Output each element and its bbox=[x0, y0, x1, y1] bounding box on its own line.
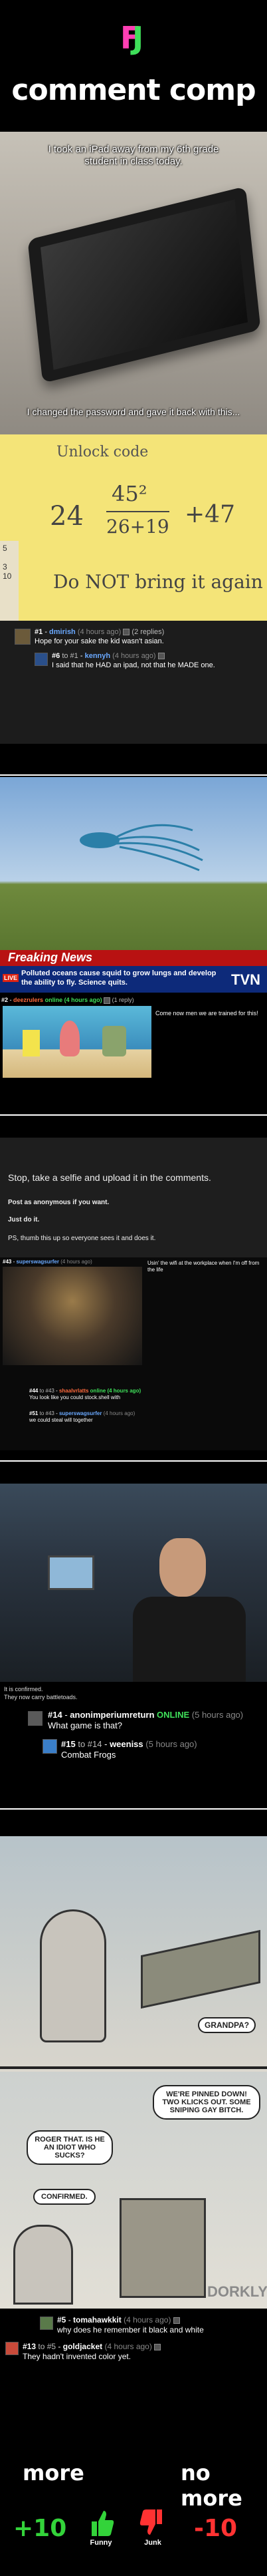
username[interactable]: anonimperiumreturn bbox=[70, 1710, 154, 1720]
bubble-1: WE'RE PINNED DOWN! TWO KLICKS OUT. SOME … bbox=[153, 2085, 260, 2120]
username[interactable]: deezrulers bbox=[13, 997, 43, 1003]
note-footer: Do NOT bring it again bbox=[53, 571, 263, 593]
flying-squid bbox=[80, 824, 203, 872]
username[interactable]: dmirish bbox=[49, 628, 76, 636]
comic-bottom-frame: WE'RE PINNED DOWN! TWO KLICKS OUT. SOME … bbox=[0, 2072, 267, 2309]
tv-screen bbox=[48, 1555, 94, 1590]
caption-top: I took an iPad away from my 6th grade st… bbox=[48, 144, 219, 167]
username[interactable]: shaalvrlatts bbox=[59, 1388, 88, 1394]
header: FJ comment comp bbox=[0, 0, 267, 113]
news-banner: Freaking News bbox=[0, 950, 267, 966]
note-fraction-bar bbox=[106, 511, 169, 512]
ipad-screen bbox=[40, 199, 248, 371]
avatar bbox=[28, 1711, 43, 1726]
spongebob-image bbox=[3, 1006, 151, 1078]
divider bbox=[0, 774, 267, 776]
divider bbox=[0, 1114, 267, 1116]
vote-footer: more no more +10 -10 Funny Junk bbox=[0, 2435, 267, 2576]
username[interactable]: goldjacket bbox=[63, 2342, 102, 2351]
comic-panel: GRANDPA? WE'RE PINNED DOWN! TWO KLICKS O… bbox=[0, 1836, 267, 2375]
bubble-2: ROGER THAT. IS HE AN IDIOT WHO SUCKS? bbox=[27, 2130, 113, 2165]
minus-ten: -10 bbox=[194, 2515, 238, 2542]
ruler-edge: 5 3 10 bbox=[0, 541, 19, 621]
junk-label: Junk bbox=[144, 2539, 161, 2547]
comic-image: GRANDPA? WE'RE PINNED DOWN! TWO KLICKS O… bbox=[0, 1836, 267, 2309]
bubble-3: CONFIRMED. bbox=[33, 2189, 96, 2205]
note-title: Unlock code bbox=[56, 444, 149, 460]
reply-icon[interactable] bbox=[104, 997, 111, 1004]
reply-icon[interactable] bbox=[123, 629, 130, 636]
username[interactable]: weeniss bbox=[110, 1739, 143, 1749]
selfie-panel: Stop, take a selfie and upload it in the… bbox=[0, 1138, 267, 1450]
pawn-panel: It is confirmed. They now carry battleto… bbox=[0, 1484, 267, 1776]
meme-page: FJ comment comp I took an iPad away from… bbox=[0, 0, 267, 2576]
ipad-device bbox=[27, 186, 261, 384]
no-more-label: no more bbox=[181, 2460, 242, 2511]
selfie-comment-1-body: Usin' the wifi at the workplace when I'm… bbox=[147, 1260, 260, 1273]
username[interactable]: superswagsurfer bbox=[16, 1259, 58, 1265]
plus-ten: +10 bbox=[13, 2515, 67, 2542]
comment-2-header: #2 - deezrulers online (4 hours ago) (1 … bbox=[1, 997, 134, 1004]
dorkly-watermark: DORKLY bbox=[207, 2283, 267, 2300]
selfie-photo bbox=[3, 1267, 142, 1365]
username[interactable]: kennyh bbox=[85, 652, 111, 660]
username[interactable]: tomahawkkit bbox=[73, 2315, 122, 2325]
note-numerator: 45² bbox=[112, 481, 147, 506]
comment-2: #6 to #1 - kennyh (4 hours ago) I said t… bbox=[52, 652, 215, 669]
reply-icon[interactable] bbox=[173, 2317, 180, 2324]
squid-photo bbox=[0, 777, 267, 950]
thumbs-down-icon[interactable] bbox=[139, 2508, 166, 2537]
caption-mid: I changed the password and gave it back … bbox=[27, 406, 240, 417]
selfie-caption: Stop, take a selfie and upload it in the… bbox=[8, 1172, 211, 1183]
avatar bbox=[43, 1739, 57, 1754]
comment-block-1: #1 - dmirish (4 hours ago) (2 replies) H… bbox=[0, 621, 267, 744]
reply-icon[interactable] bbox=[154, 2343, 161, 2350]
comic-top-frame: GRANDPA? bbox=[0, 1836, 267, 2069]
username[interactable]: superswagsurfer bbox=[59, 1410, 102, 1416]
squid-panel: Freaking News LIVE Polluted oceans cause… bbox=[0, 777, 267, 1080]
note-denominator: 26+19 bbox=[106, 516, 169, 538]
comic-comment-2: #13 to #5 - goldjacket (4 hours ago) The… bbox=[23, 2342, 267, 2362]
selfie-comment-3: #51 to #43 - superswagsurfer (4 hours ag… bbox=[29, 1410, 135, 1423]
ipad-photo bbox=[0, 132, 267, 434]
grandpa-small bbox=[13, 2225, 73, 2305]
comment-1: #1 - dmirish (4 hours ago) (2 replies) H… bbox=[35, 628, 165, 645]
bubble-grandpa: GRANDPA? bbox=[198, 2017, 256, 2033]
avatar bbox=[15, 629, 31, 645]
selfie-comment-1: #43 - superswagsurfer (4 hours ago) bbox=[3, 1259, 92, 1265]
comment-2-body: Come now men we are trained for this! bbox=[155, 1010, 258, 1017]
note-right: +47 bbox=[185, 501, 235, 528]
soldiers bbox=[141, 1929, 260, 2009]
man-head bbox=[159, 1538, 206, 1597]
divider bbox=[0, 1808, 267, 1810]
soldiers-small bbox=[120, 2198, 206, 2298]
ipad-panel: I took an iPad away from my 6th grade st… bbox=[0, 132, 267, 744]
comic-comment-1: #5 - tomahawkkit (4 hours ago) why does … bbox=[57, 2315, 204, 2334]
selfie-comment-2: #44 to #43 - shaalvrlatts online (4 hour… bbox=[29, 1388, 141, 1400]
funny-label: Funny bbox=[90, 2539, 112, 2547]
pawn-comment-2: #15 to #14 - weeniss (5 hours ago) Comba… bbox=[61, 1739, 197, 1760]
note-left: 24 bbox=[50, 501, 84, 532]
grandpa-figure bbox=[40, 1909, 106, 2042]
selfie-header: Stop, take a selfie and upload it in the… bbox=[0, 1138, 267, 1257]
reply-icon[interactable] bbox=[157, 653, 165, 660]
avatar bbox=[35, 653, 48, 666]
pawn-photo bbox=[0, 1484, 267, 1682]
pawn-comment-1: #14 - anonimperiumreturn ONLINE (5 hours… bbox=[48, 1710, 244, 1730]
news-ticker: LIVE Polluted oceans cause squid to grow… bbox=[0, 966, 267, 993]
thumbs-up-icon[interactable] bbox=[88, 2508, 114, 2537]
page-title: comment comp bbox=[11, 73, 256, 107]
more-label: more bbox=[23, 2460, 84, 2486]
avatar bbox=[5, 2342, 19, 2355]
man-body bbox=[133, 1597, 246, 1682]
divider bbox=[0, 1460, 267, 1462]
avatar bbox=[40, 2317, 53, 2330]
sticky-note: Unlock code 24 45² 26+19 +47 Do NOT brin… bbox=[0, 434, 267, 621]
fj-logo: FJ bbox=[120, 20, 144, 56]
